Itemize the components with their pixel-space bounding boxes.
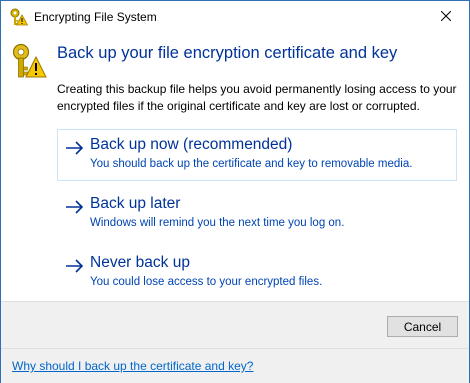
window-title: Encrypting File System bbox=[34, 10, 157, 24]
help-link[interactable]: Why should I back up the certificate and… bbox=[12, 359, 253, 373]
footer-divider bbox=[1, 348, 469, 349]
arrow-right-icon bbox=[65, 141, 85, 155]
close-icon bbox=[440, 10, 452, 24]
page-heading: Back up your file encryption certificate… bbox=[57, 44, 398, 62]
option-backup-later[interactable]: Back up later Windows will remind you th… bbox=[57, 188, 457, 240]
efs-dialog: Encrypting File System Back up your file… bbox=[0, 0, 470, 383]
option-subtitle: Windows will remind you the next time yo… bbox=[90, 217, 345, 229]
option-subtitle: You should back up the certificate and k… bbox=[90, 158, 413, 170]
option-title: Back up later bbox=[90, 195, 181, 212]
dialog-footer: Cancel Why should I back up the certific… bbox=[1, 301, 469, 383]
option-never-backup[interactable]: Never back up You could lose access to y… bbox=[57, 247, 457, 299]
title-bar[interactable]: Encrypting File System bbox=[1, 1, 469, 32]
option-subtitle: You could lose access to your encrypted … bbox=[90, 276, 323, 288]
option-title: Back up now (recommended) bbox=[90, 136, 293, 153]
cancel-button[interactable]: Cancel bbox=[387, 316, 458, 337]
key-warning-icon bbox=[10, 8, 29, 26]
option-backup-now[interactable]: Back up now (recommended) You should bac… bbox=[57, 129, 457, 181]
key-warning-icon bbox=[11, 43, 47, 79]
page-description: Creating this backup file helps you avoi… bbox=[57, 82, 457, 113]
arrow-right-icon bbox=[65, 200, 85, 214]
arrow-right-icon bbox=[65, 259, 85, 273]
option-title: Never back up bbox=[90, 254, 190, 271]
close-button[interactable] bbox=[423, 1, 469, 32]
